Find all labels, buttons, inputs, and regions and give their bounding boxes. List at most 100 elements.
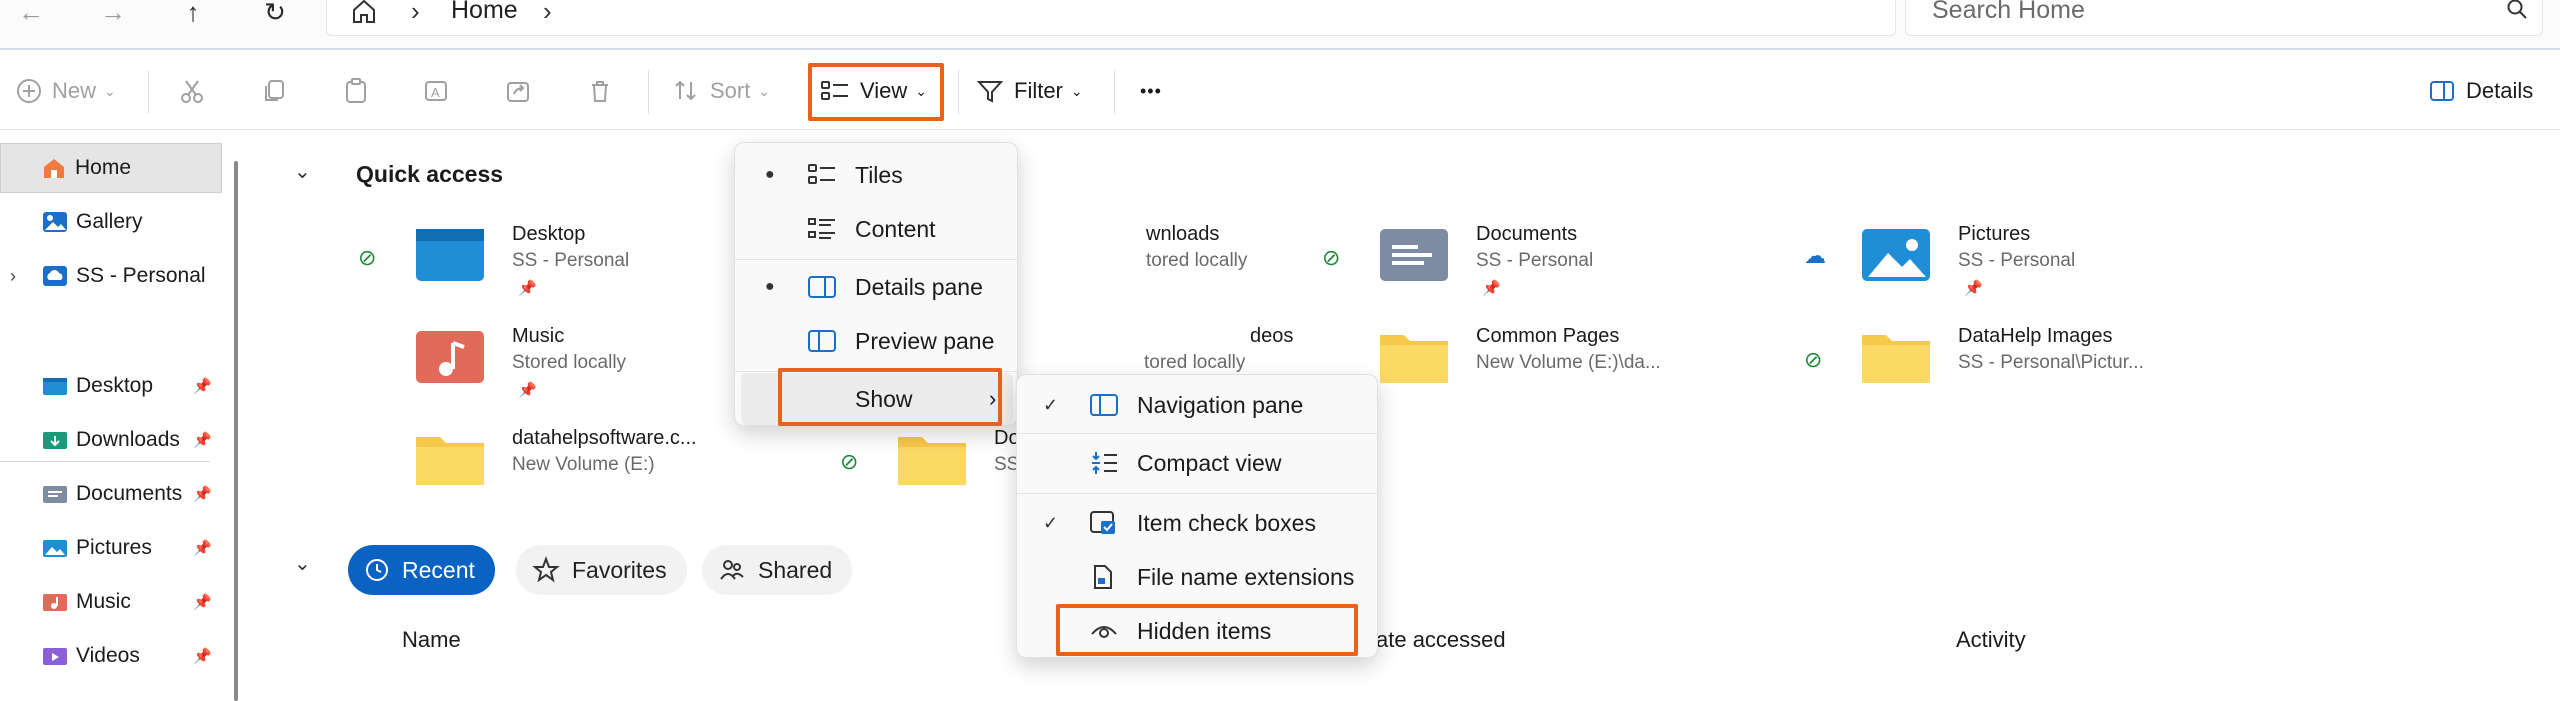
refresh-button[interactable]: ↻ bbox=[250, 0, 300, 25]
rename-button[interactable]: A bbox=[422, 52, 460, 130]
tab-shared[interactable]: Shared bbox=[702, 545, 853, 595]
chevron-right-icon[interactable]: › bbox=[543, 0, 552, 27]
menu-item-navigation-pane[interactable]: ✓ Navigation pane bbox=[1017, 379, 1379, 431]
breadcrumb-item-home[interactable]: Home bbox=[451, 0, 518, 25]
sidebar-item-label: Home bbox=[75, 156, 132, 179]
sidebar-item-home[interactable]: Home bbox=[0, 143, 222, 193]
quick-access-item-music[interactable]: Music Stored locally 📌 bbox=[414, 325, 714, 415]
menu-item-label: Navigation pane bbox=[1137, 391, 1304, 418]
desktop-folder-icon bbox=[43, 378, 67, 395]
column-header-date-accessed[interactable]: ate accessed bbox=[1376, 627, 1506, 653]
up-button[interactable]: ↑ bbox=[168, 0, 218, 27]
compact-view-icon bbox=[1092, 452, 1117, 474]
pin-icon[interactable]: 📌 bbox=[193, 485, 212, 503]
home-icon bbox=[44, 159, 64, 178]
svg-text:A: A bbox=[431, 85, 440, 100]
column-header-name[interactable]: Name bbox=[402, 627, 461, 653]
rename-icon: A bbox=[425, 81, 447, 101]
divider bbox=[1114, 70, 1115, 114]
pin-icon[interactable]: 📌 bbox=[193, 539, 212, 557]
quick-access-item-desktop[interactable]: Desktop SS - Personal 📌 bbox=[414, 223, 714, 313]
sidebar-scrollbar[interactable] bbox=[234, 161, 238, 701]
breadcrumb[interactable]: › Home › bbox=[326, 0, 1896, 36]
home-icon[interactable] bbox=[349, 0, 379, 26]
quick-access-item-do[interactable]: Do SS bbox=[896, 427, 1020, 517]
pin-icon: 📌 bbox=[518, 280, 537, 297]
details-pane-button[interactable]: Details bbox=[2428, 52, 2533, 130]
more-options-button[interactable]: ••• bbox=[1140, 52, 1162, 130]
chevron-down-icon[interactable]: ⌄ bbox=[294, 551, 311, 576]
column-header-activity[interactable]: Activity bbox=[1956, 627, 2026, 653]
back-button[interactable]: ← bbox=[6, 0, 56, 25]
sidebar-item-downloads[interactable]: Downloads 📌 bbox=[0, 415, 222, 465]
search-input[interactable]: Search Home bbox=[1905, 0, 2543, 36]
downloads-folder-icon bbox=[43, 432, 67, 449]
sort-label: Sort bbox=[710, 78, 751, 103]
chevron-down-icon: ⌄ bbox=[758, 82, 771, 99]
sidebar-item-videos[interactable]: Videos 📌 bbox=[0, 631, 222, 681]
filter-button[interactable]: Filter ⌄ bbox=[976, 52, 1083, 130]
sidebar-item-gallery[interactable]: Gallery bbox=[0, 197, 222, 247]
menu-item-tiles[interactable]: ● Tiles bbox=[735, 149, 1019, 201]
sidebar-item-desktop[interactable]: Desktop 📌 bbox=[0, 361, 222, 411]
sidebar-item-music[interactable]: Music 📌 bbox=[0, 577, 222, 627]
copy-button[interactable] bbox=[260, 52, 298, 130]
tiles-icon bbox=[808, 164, 835, 184]
sync-check-icon: ⊘ bbox=[358, 245, 377, 270]
item-name: datahelpsoftware.c... bbox=[512, 427, 697, 449]
menu-divider bbox=[1017, 493, 1379, 494]
pin-icon[interactable]: 📌 bbox=[193, 647, 212, 665]
item-location: tored locally bbox=[1144, 352, 1246, 373]
forward-button[interactable]: → bbox=[88, 0, 138, 25]
menu-item-file-name-extensions[interactable]: File name extensions bbox=[1017, 551, 1379, 603]
pin-icon: 📌 bbox=[1482, 280, 1501, 297]
delete-button[interactable] bbox=[586, 52, 624, 130]
pin-icon[interactable]: 📌 bbox=[193, 431, 212, 449]
tab-favorites[interactable]: Favorites bbox=[516, 545, 687, 595]
chevron-down-icon: ⌄ bbox=[1070, 82, 1083, 99]
quick-access-item-common-pages[interactable]: Common Pages New Volume (E:)\da... bbox=[1378, 325, 1718, 415]
item-name: wnloads bbox=[1146, 223, 1220, 245]
quick-access-item-documents[interactable]: Documents SS - Personal 📌 bbox=[1378, 223, 1678, 313]
menu-item-preview-pane[interactable]: Preview pane bbox=[735, 315, 1019, 367]
checkmark-icon: ✓ bbox=[1043, 394, 1059, 415]
quick-access-item-downloads[interactable]: wnloads tored locally bbox=[1146, 223, 1306, 313]
menu-item-details-pane[interactable]: ● Details pane bbox=[735, 261, 1019, 313]
sort-button[interactable]: Sort ⌄ bbox=[672, 52, 770, 130]
new-button[interactable]: New ⌄ bbox=[16, 52, 116, 130]
item-name: Desktop bbox=[512, 223, 586, 245]
sidebar-item-pictures[interactable]: Pictures 📌 bbox=[0, 523, 222, 573]
menu-item-label: Tiles bbox=[855, 161, 903, 188]
cut-button[interactable] bbox=[178, 52, 216, 130]
quick-access-item-datahelp-images[interactable]: DataHelp Images SS - Personal\Pictur... bbox=[1860, 325, 2200, 415]
sidebar-item-documents[interactable]: Documents 📌 bbox=[0, 469, 222, 519]
paste-button[interactable] bbox=[342, 52, 380, 130]
menu-item-item-check-boxes[interactable]: ✓ Item check boxes bbox=[1017, 497, 1379, 549]
pin-icon[interactable]: 📌 bbox=[193, 593, 212, 611]
sidebar-item-label: Downloads bbox=[76, 428, 180, 451]
view-button-highlight bbox=[808, 63, 944, 121]
menu-item-label: Details pane bbox=[855, 273, 983, 300]
quick-access-item-datahelpsoftware[interactable]: datahelpsoftware.c... New Volume (E:) bbox=[414, 427, 734, 517]
menu-divider bbox=[1017, 433, 1379, 434]
pin-icon[interactable]: 📌 bbox=[193, 377, 212, 395]
item-location: SS - Personal\Pictur... bbox=[1958, 352, 2144, 373]
menu-item-label: Compact view bbox=[1137, 449, 1282, 476]
item-location: SS - Personal bbox=[512, 250, 630, 271]
item-location: SS - Personal bbox=[1476, 250, 1594, 271]
menu-item-compact-view[interactable]: Compact view bbox=[1017, 437, 1379, 489]
menu-item-content[interactable]: Content bbox=[735, 203, 1019, 255]
quick-access-item-pictures[interactable]: Pictures SS - Personal 📌 bbox=[1860, 223, 2160, 313]
share-button[interactable] bbox=[504, 52, 542, 130]
tab-label: Recent bbox=[402, 556, 475, 583]
share-icon bbox=[507, 82, 529, 102]
navigation-pane-icon bbox=[1090, 394, 1118, 416]
chevron-right-icon[interactable]: › bbox=[10, 266, 16, 287]
trash-icon bbox=[592, 81, 608, 102]
quick-access-header[interactable]: Quick access bbox=[356, 161, 503, 188]
chevron-down-icon[interactable]: ⌄ bbox=[294, 159, 311, 184]
sidebar-item-ss-personal[interactable]: › SS - Personal bbox=[0, 251, 222, 301]
up-arrow-icon: ↑ bbox=[186, 0, 200, 27]
tab-recent[interactable]: Recent bbox=[348, 545, 495, 595]
menu-item-label: Content bbox=[855, 215, 936, 242]
